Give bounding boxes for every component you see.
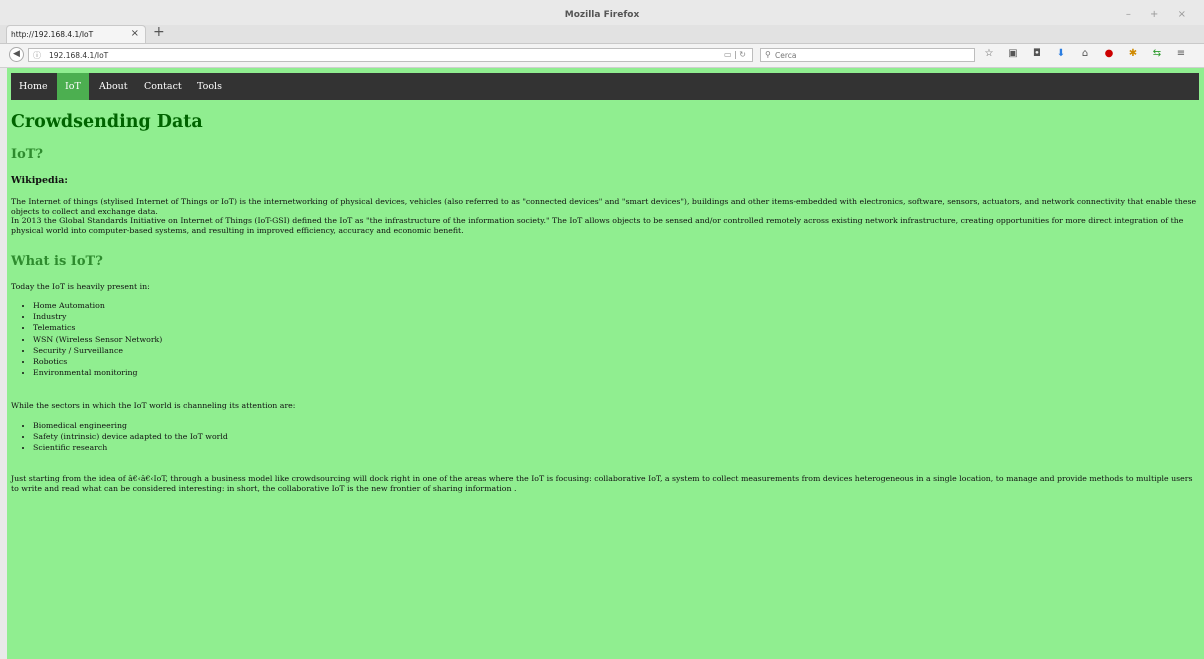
toolbar-icons: ☆ ▣ ◘ ⬇ ⌂ ● ✱ ⇆ ≡ <box>982 48 1188 62</box>
search-bar[interactable]: ⚲ <box>760 48 975 62</box>
home-icon[interactable]: ⌂ <box>1078 48 1092 62</box>
window-title: Mozilla Firefox <box>564 10 640 20</box>
search-input[interactable] <box>775 50 965 60</box>
page-content: Home IoT About Contact Tools Crowdsendin… <box>7 68 1204 659</box>
new-tab-button[interactable]: + <box>153 24 165 40</box>
search-icon: ⚲ <box>765 50 771 59</box>
site-info-icon[interactable]: ⓘ <box>33 50 41 61</box>
wikipedia-text: The Internet of things (stylised Interne… <box>11 197 1197 235</box>
list-item: Industry <box>33 311 162 322</box>
nav-contact[interactable]: Contact <box>136 73 190 100</box>
list-item: WSN (Wireless Sensor Network) <box>33 334 162 345</box>
iot-heading: IoT? <box>11 147 44 162</box>
url-text[interactable]: 192.168.4.1/IoT <box>49 51 108 60</box>
sectors-list: Biomedical engineering Safety (intrinsic… <box>11 420 228 454</box>
bookmarks-list-icon[interactable]: ▣ <box>1006 48 1020 62</box>
list-item: Telematics <box>33 322 162 333</box>
url-bar[interactable]: ⓘ 192.168.4.1/IoT ▭ | ↻ <box>28 48 753 62</box>
today-text: Today the IoT is heavily present in: <box>11 282 150 291</box>
menu-icon[interactable]: ≡ <box>1174 48 1188 62</box>
page-title: Crowdsending Data <box>11 112 203 132</box>
reader-reload-icons[interactable]: ▭ | ↻ <box>724 50 746 59</box>
pocket-icon[interactable]: ◘ <box>1030 48 1044 62</box>
site-navigation: Home IoT About Contact Tools <box>11 73 1199 100</box>
wiki-paragraph-1: The Internet of things (stylised Interne… <box>11 197 1197 216</box>
list-item: Home Automation <box>33 300 162 311</box>
window-controls[interactable]: – + × <box>1126 9 1194 20</box>
list-item: Environmental monitoring <box>33 367 162 378</box>
nav-tools[interactable]: Tools <box>189 73 230 100</box>
list-item: Robotics <box>33 356 162 367</box>
present-in-list: Home Automation Industry Telematics WSN … <box>11 300 162 378</box>
conclusion-text: Just starting from the idea of â€‹â€‹IoT… <box>11 474 1193 493</box>
nav-iot[interactable]: IoT <box>57 73 89 100</box>
adblock-icon[interactable]: ● <box>1102 48 1116 62</box>
tab-label: http://192.168.4.1/IoT <box>11 30 94 39</box>
list-item: Biomedical engineering <box>33 420 228 431</box>
sectors-intro-text: While the sectors in which the IoT world… <box>11 401 296 410</box>
nav-about[interactable]: About <box>91 73 136 100</box>
tab-strip: http://192.168.4.1/IoT × + <box>0 24 1204 44</box>
back-arrow-icon[interactable]: ◀ <box>9 47 24 62</box>
list-item: Scientific research <box>33 442 228 453</box>
wikipedia-heading: Wikipedia: <box>11 175 68 186</box>
list-item: Security / Surveillance <box>33 345 162 356</box>
title-bar: Mozilla Firefox – + × <box>0 7 1204 25</box>
navigation-toolbar: ◀ ⓘ 192.168.4.1/IoT ▭ | ↻ ⚲ ☆ ▣ ◘ ⬇ ⌂ ● … <box>0 44 1204 68</box>
wiki-paragraph-2: In 2013 the Global Standards Initiative … <box>11 216 1184 235</box>
what-is-iot-heading: What is IoT? <box>11 254 103 269</box>
browser-window: Mozilla Firefox – + × http://192.168.4.1… <box>0 0 1204 659</box>
downloads-icon[interactable]: ⬇ <box>1054 48 1068 62</box>
nav-home[interactable]: Home <box>11 73 56 100</box>
tab-close-icon[interactable]: × <box>131 28 139 39</box>
browser-tab[interactable]: http://192.168.4.1/IoT × <box>6 25 146 43</box>
sync-icon[interactable]: ⇆ <box>1150 48 1164 62</box>
bookmark-star-icon[interactable]: ☆ <box>982 48 996 62</box>
list-item: Safety (intrinsic) device adapted to the… <box>33 431 228 442</box>
extension-icon[interactable]: ✱ <box>1126 48 1140 62</box>
